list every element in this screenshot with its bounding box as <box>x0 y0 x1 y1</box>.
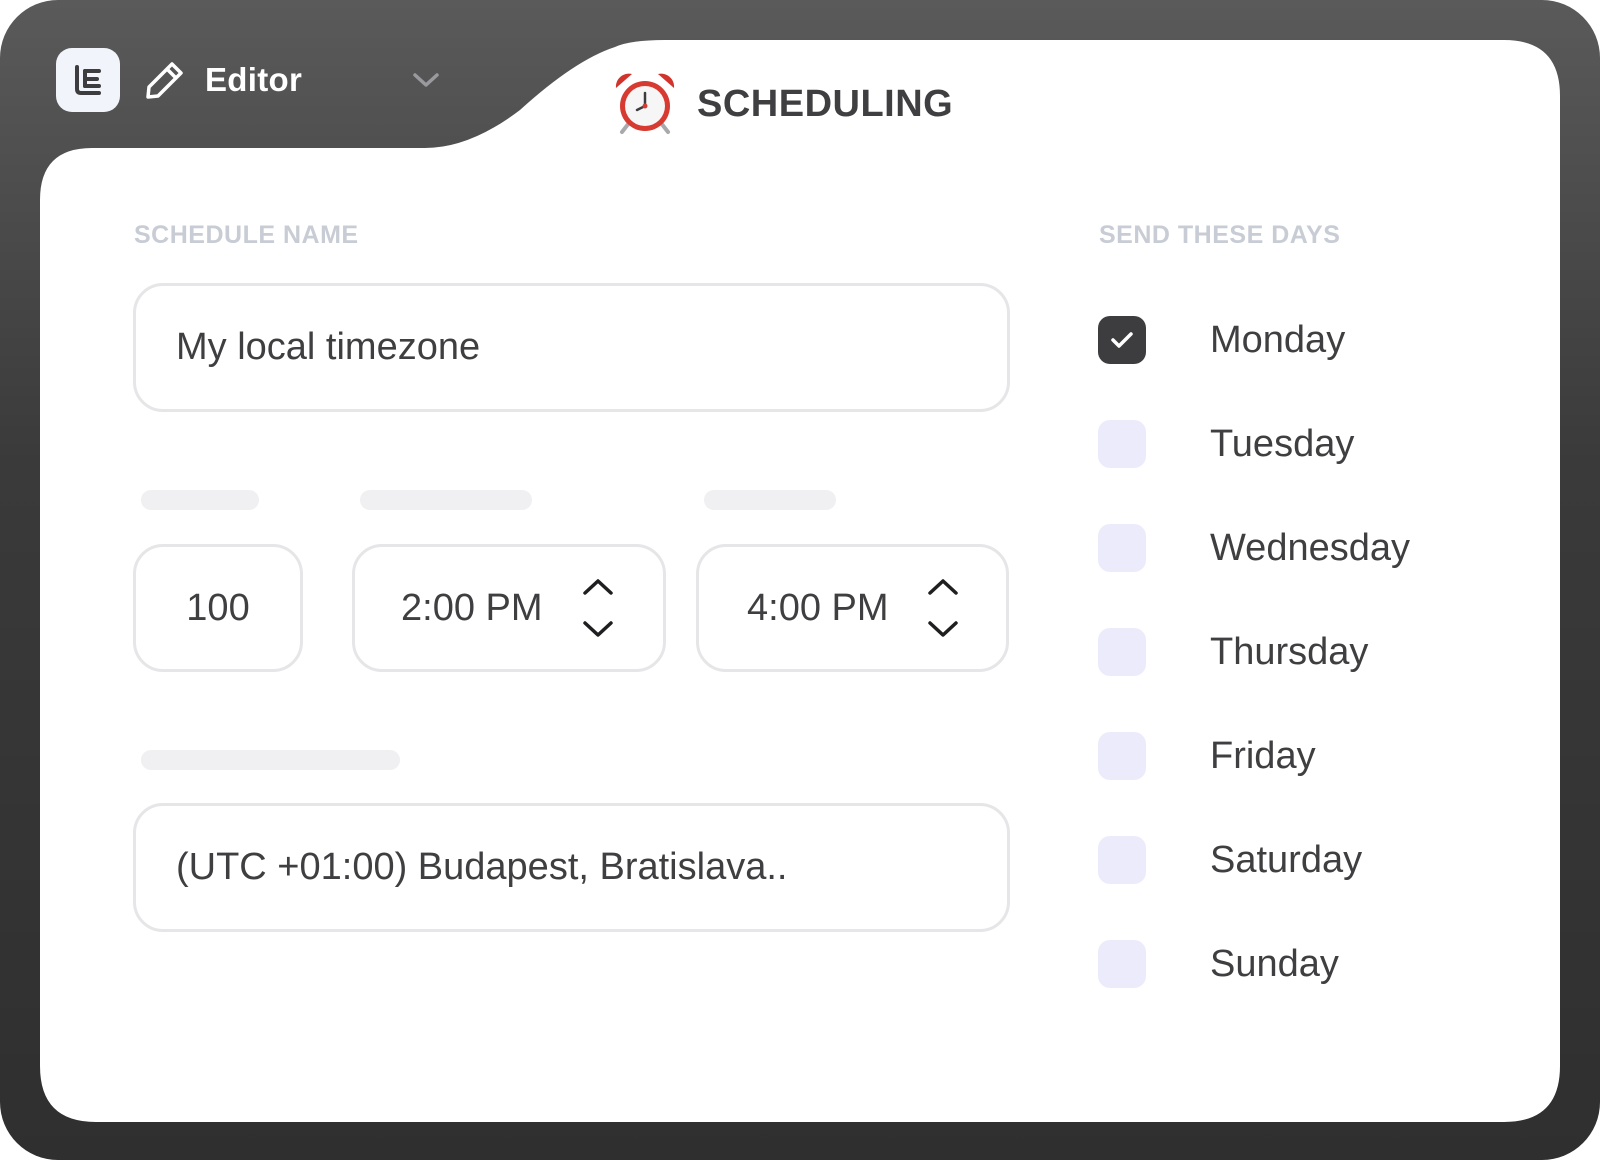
end-time-label-placeholder <box>704 490 836 510</box>
app-logo-icon[interactable] <box>56 48 120 112</box>
day-checkbox[interactable] <box>1098 420 1146 468</box>
page-title: SCHEDULING <box>697 83 954 125</box>
start-time-stepper-icon[interactable] <box>580 576 616 640</box>
day-row-saturday[interactable]: Saturday <box>1098 835 1362 885</box>
checkmark-icon <box>1111 332 1133 348</box>
day-label: Sunday <box>1210 943 1339 985</box>
day-checkbox[interactable] <box>1098 732 1146 780</box>
alarm-clock-icon <box>615 73 675 134</box>
day-label: Wednesday <box>1210 527 1410 569</box>
timezone-select[interactable]: (UTC +01:00) Budapest, Bratislava.. <box>133 803 1010 932</box>
mode-label[interactable]: Editor <box>205 59 302 101</box>
day-label: Friday <box>1210 735 1316 777</box>
day-label: Monday <box>1210 319 1346 361</box>
day-checkbox[interactable] <box>1098 524 1146 572</box>
end-time-stepper-icon[interactable] <box>925 576 961 640</box>
send-days-label: SEND THESE DAYS <box>1099 221 1341 249</box>
schedule-name-value: My local timezone <box>176 326 481 368</box>
day-checkbox[interactable] <box>1098 836 1146 884</box>
day-checkbox[interactable] <box>1098 940 1146 988</box>
day-row-tuesday[interactable]: Tuesday <box>1098 419 1354 469</box>
day-label: Tuesday <box>1210 423 1355 465</box>
count-input[interactable]: 100 <box>133 544 303 672</box>
day-row-monday[interactable]: Monday <box>1098 315 1345 365</box>
day-row-sunday[interactable]: Sunday <box>1098 939 1339 989</box>
end-time-value: 4:00 PM <box>747 586 889 629</box>
day-label: Saturday <box>1210 839 1363 881</box>
chevron-down-icon[interactable] <box>410 66 442 94</box>
count-label-placeholder <box>141 490 259 510</box>
day-row-thursday[interactable]: Thursday <box>1098 627 1368 677</box>
timezone-label-placeholder <box>141 750 400 770</box>
schedule-name-input[interactable]: My local timezone <box>133 283 1010 412</box>
app-window-frame: Editor SCHEDULING SCHEDULE NAME My local… <box>0 0 1600 1160</box>
start-time-value: 2:00 PM <box>401 586 543 629</box>
pencil-icon <box>146 62 183 99</box>
day-row-friday[interactable]: Friday <box>1098 731 1316 781</box>
day-checkbox[interactable] <box>1098 316 1146 364</box>
end-time-input[interactable]: 4:00 PM <box>696 544 1009 672</box>
schedule-name-label: SCHEDULE NAME <box>134 221 359 249</box>
start-time-label-placeholder <box>360 490 532 510</box>
timezone-value: (UTC +01:00) Budapest, Bratislava.. <box>176 846 788 888</box>
count-value: 100 <box>186 586 250 629</box>
day-label: Thursday <box>1210 631 1369 673</box>
day-row-wednesday[interactable]: Wednesday <box>1098 523 1410 573</box>
day-checkbox[interactable] <box>1098 628 1146 676</box>
start-time-input[interactable]: 2:00 PM <box>352 544 666 672</box>
